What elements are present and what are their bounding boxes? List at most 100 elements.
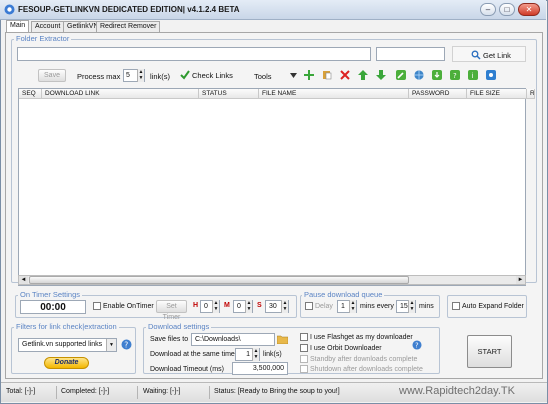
folder-icon[interactable] [277,334,288,344]
check-links-button[interactable]: Check Links [180,69,236,82]
enable-ontimer-checkbox[interactable] [93,302,101,310]
seconds-stepper[interactable]: 30 ▲ ▼ [265,300,289,313]
scroll-left-icon[interactable]: ◄ [19,276,28,284]
same-time-value: 1 [246,351,250,358]
filters-select[interactable]: Getlink.vn supported links ▼ [18,338,117,352]
column-header-download-link[interactable]: DOWNLOAD LINK [42,89,199,99]
column-header-password[interactable]: PASSWORD [409,89,467,99]
close-button[interactable]: ✕ [518,3,540,16]
delay-stepper[interactable]: 1 ▲ ▼ [337,300,357,313]
column-header-file-name[interactable]: FILE NAME [259,89,409,99]
status-total: Total: [-]-] [6,388,36,395]
column-header-r[interactable]: R [527,89,535,99]
save-button[interactable]: Save [38,69,66,82]
svg-text:?: ? [415,342,419,350]
status-divider [56,386,57,399]
process-max-value: 5 [126,72,130,79]
wrench-icon[interactable] [396,70,406,80]
every-stepper[interactable]: 15 ▲ ▼ [396,300,416,313]
status-completed: Completed: [-]-] [61,388,110,395]
status-bar: Total: [-]-] Completed: [-]-] Waiting: [… [1,382,547,402]
seconds-label: S [257,302,262,309]
download-help-icon[interactable]: ? [412,340,422,350]
column-header-seq[interactable]: SEQ [19,89,42,99]
minutes-value: 0 [237,303,241,310]
set-timer-button[interactable]: Set Timer [156,300,187,321]
delay-checkbox[interactable] [305,302,313,310]
column-header-file-size[interactable]: FILE SIZE [467,89,527,99]
same-time-unit: link(s) [263,351,282,358]
status-divider [209,386,210,399]
enable-ontimer-label: Enable OnTimer [103,303,154,310]
tab-account[interactable]: Account [31,21,65,32]
download-icon[interactable] [432,70,442,80]
start-button[interactable]: START [467,335,512,368]
hours-label: H [193,302,199,309]
mins-every-label: mins every [360,303,394,310]
table-horizontal-scrollbar[interactable]: ◄ ► [18,275,526,285]
window-title: FESOUP-GETLINKVN DEDICATED EDITION| v4.1… [18,5,240,14]
minutes-stepper-arrows-icon[interactable]: ▲ ▼ [245,300,252,313]
scroll-right-icon[interactable]: ► [516,276,525,284]
get-link-button[interactable]: Get Link [452,46,526,62]
shutdown-label: Shutdown after downloads complete [310,366,423,373]
same-time-stepper[interactable]: 1 ▲ ▼ [235,348,260,361]
same-time-stepper-arrows-icon[interactable]: ▲ ▼ [252,348,259,361]
hours-stepper-arrows-icon[interactable]: ▲ ▼ [212,300,219,313]
move-up-icon[interactable] [358,70,368,80]
get-link-input[interactable] [376,47,445,61]
every-stepper-arrows-icon[interactable]: ▲ ▼ [408,300,415,313]
auto-expand-checkbox[interactable] [452,302,460,310]
stepper-arrows-icon[interactable]: ▲ ▼ [137,69,144,82]
delay-stepper-arrows-icon[interactable]: ▲ ▼ [349,300,356,313]
delete-icon[interactable] [340,70,350,80]
add-icon[interactable] [304,70,314,80]
tools-dropdown-icon[interactable] [290,73,297,78]
folder-url-input[interactable] [17,47,371,61]
hours-stepper[interactable]: 0 ▲ ▼ [200,300,220,313]
check-links-label: Check Links [192,71,233,80]
settings-icon[interactable] [486,70,496,80]
download-settings-legend: Download settings [146,322,212,331]
minimize-button[interactable]: – [480,3,496,16]
scroll-thumb[interactable] [29,276,409,284]
paste-icon[interactable] [322,70,332,80]
pause-queue-legend: Pause download queue [302,290,385,299]
shutdown-checkbox[interactable] [300,365,308,373]
globe-icon[interactable] [414,70,424,80]
tab-main[interactable]: Main [6,20,30,32]
minutes-label: M [224,302,230,309]
help-circle-icon[interactable]: ? [121,339,132,350]
mins-label: mins [419,303,434,310]
title-bar[interactable]: FESOUP-GETLINKVN DEDICATED EDITION| v4.1… [0,0,546,20]
flashget-checkbox[interactable] [300,333,308,341]
seconds-stepper-arrows-icon[interactable]: ▲ ▼ [281,300,288,313]
minutes-stepper[interactable]: 0 ▲ ▼ [233,300,253,313]
filters-selected-value: Getlink.vn supported links [22,341,103,348]
timeout-input[interactable]: 3,500,000 [232,362,288,375]
move-down-icon[interactable] [376,70,386,80]
save-path-input[interactable]: C:\Downloads\ [191,333,275,346]
delay-value: 1 [341,303,345,310]
delay-label: Delay [315,303,333,310]
standby-checkbox[interactable] [300,355,308,363]
info-icon[interactable]: i [468,70,478,80]
status-message: Status: [Ready to Bring the soup to you!… [214,388,340,395]
svg-text:i: i [472,72,474,80]
donate-button[interactable]: Donate [44,357,89,369]
download-table[interactable]: SEQ DOWNLOAD LINK STATUS FILE NAME PASSW… [18,88,535,286]
process-max-stepper[interactable]: 5 ▲ ▼ [123,69,145,82]
status-divider [137,386,138,399]
chevron-down-icon[interactable]: ▼ [106,339,116,351]
seconds-value: 30 [269,303,277,310]
timeout-label: Download Timeout (ms) [150,366,224,373]
tab-redirect-remover[interactable]: Redirect Remover [96,21,161,32]
every-value: 15 [400,303,408,310]
column-header-status[interactable]: STATUS [199,89,259,99]
tools-label: Tools [254,72,272,81]
maximize-button[interactable]: □ [499,3,515,16]
help-icon[interactable]: ? [450,70,460,80]
hours-value: 0 [204,303,208,310]
watermark-text: www.Rapidtech2day.TK [399,385,515,397]
orbit-checkbox[interactable] [300,344,308,352]
